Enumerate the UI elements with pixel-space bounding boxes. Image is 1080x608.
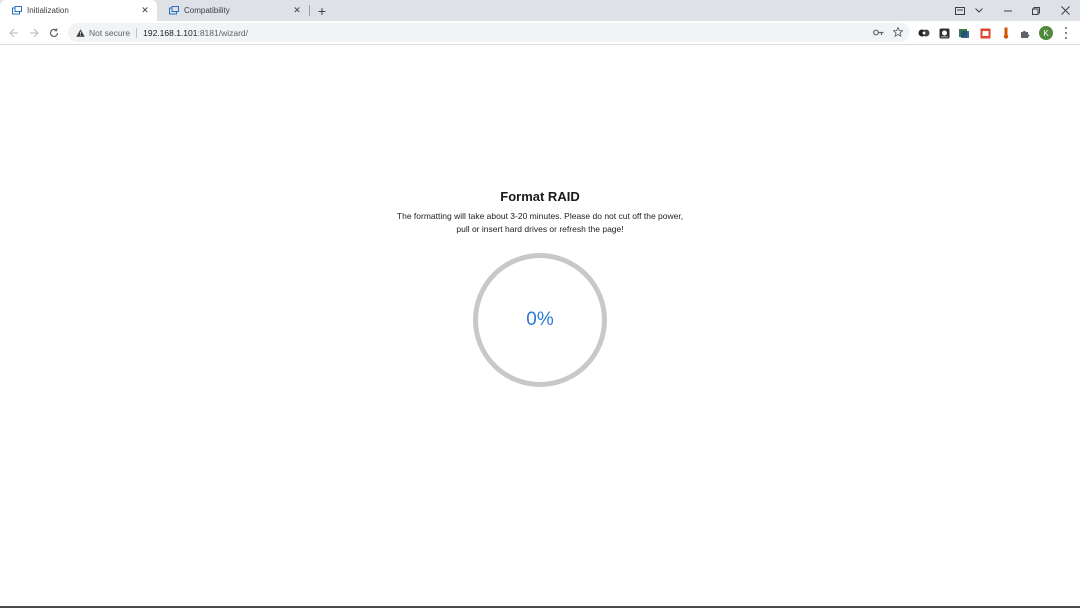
back-button[interactable] — [6, 25, 22, 41]
close-window-button[interactable] — [1051, 0, 1079, 21]
tab-initialization[interactable]: Initialization ✕ — [0, 0, 157, 21]
bookmark-star-icon[interactable] — [892, 26, 904, 38]
warning-line-2: pull or insert hard drives or refresh th… — [456, 224, 624, 234]
nas-icon — [12, 5, 22, 16]
forward-button[interactable] — [26, 25, 42, 41]
url-path: :8181/wizard/ — [197, 27, 249, 38]
progress-value: 0% — [526, 309, 554, 330]
chevron-down-icon[interactable] — [965, 0, 993, 21]
menu-dots-icon[interactable] — [1060, 26, 1072, 40]
progress-ring: 0% — [473, 253, 607, 387]
reload-button[interactable] — [46, 25, 62, 41]
wizard-page: Format RAID The formatting will take abo… — [0, 46, 1080, 608]
extension-icon[interactable] — [957, 26, 971, 40]
extension-icon[interactable] — [937, 26, 951, 40]
tab-compatibility[interactable]: Compatibility ✕ — [157, 0, 309, 21]
format-warning-text: The formatting will take about 3-20 minu… — [370, 210, 710, 236]
close-tab-icon[interactable]: ✕ — [291, 5, 303, 17]
nas-icon — [169, 5, 179, 16]
address-bar[interactable]: Not secure 192.168.1.101:8181/wizard/ — [68, 23, 910, 42]
divider — [136, 27, 138, 38]
avatar[interactable]: K — [1039, 26, 1053, 40]
security-label[interactable]: Not secure — [89, 28, 130, 38]
new-tab-button[interactable]: + — [314, 3, 330, 19]
tab-title: Initialization — [27, 6, 69, 15]
extension-icon[interactable] — [999, 26, 1013, 40]
warning-line-1: The formatting will take about 3-20 minu… — [396, 211, 684, 221]
key-icon[interactable] — [872, 26, 884, 38]
close-tab-icon[interactable]: ✕ — [139, 5, 151, 17]
page-title: Format RAID — [500, 189, 580, 204]
tab-divider — [309, 5, 310, 16]
browser-toolbar: Not secure 192.168.1.101:8181/wizard/ K — [0, 21, 1080, 45]
warning-icon[interactable] — [75, 28, 85, 38]
url-text[interactable]: 192.168.1.101:8181/wizard/ — [143, 28, 248, 38]
extension-icon[interactable] — [917, 26, 931, 40]
tab-title: Compatibility — [184, 6, 230, 15]
tab-strip: Initialization ✕ Compatibility ✕ + — [0, 0, 1080, 21]
puzzle-icon[interactable] — [1018, 26, 1032, 40]
restore-button[interactable] — [1022, 0, 1050, 21]
minimize-button[interactable] — [994, 0, 1022, 21]
extension-icon[interactable] — [978, 26, 992, 40]
url-host: 192.168.1.101 — [143, 27, 198, 38]
